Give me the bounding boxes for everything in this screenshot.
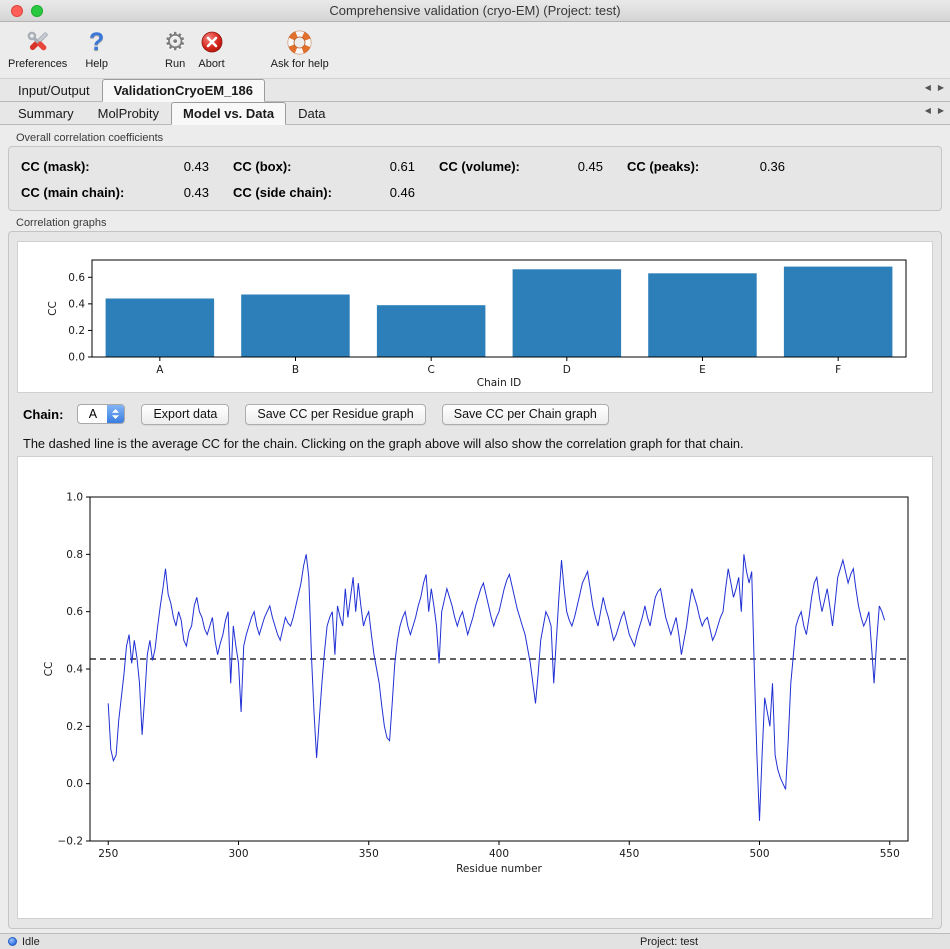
- cc-per-residue-chart: −0.2 0.0 0.2 0.4 0.6 0.8 1.0 250 300 350 400 450 500…: [17, 456, 933, 919]
- preferences-button[interactable]: Preferences: [8, 27, 67, 70]
- svg-text:0.6: 0.6: [66, 606, 83, 618]
- toolbar: Preferences ? Help ⚙ Run: [0, 22, 950, 79]
- svg-text:350: 350: [359, 848, 379, 860]
- tab-scroll-right-icon[interactable]: ▶: [938, 106, 944, 115]
- svg-text:CC: CC: [43, 662, 55, 677]
- correlation-graphs-section: Correlation graphs 0.0 0.2 0.4 0.6 A B C D E F Cha…: [8, 215, 942, 929]
- svg-text:450: 450: [619, 848, 639, 860]
- svg-text:C: C: [427, 364, 434, 376]
- status-text: Idle: [22, 936, 40, 948]
- cc-mask-value: 0.43: [163, 159, 209, 174]
- svg-text:500: 500: [749, 848, 769, 860]
- help-button[interactable]: ? Help: [85, 27, 108, 70]
- svg-text:0.0: 0.0: [66, 778, 83, 790]
- tab-data[interactable]: Data: [286, 102, 337, 124]
- svg-text:1.0: 1.0: [66, 492, 83, 504]
- svg-text:F: F: [835, 364, 841, 376]
- lifebuoy-icon: [287, 27, 312, 57]
- zoom-button[interactable]: [31, 5, 43, 17]
- window-title: Comprehensive validation (cryo-EM) (Proj…: [329, 3, 620, 18]
- tab-scroll-left-icon[interactable]: ◀: [925, 106, 931, 115]
- svg-text:Residue number: Residue number: [456, 863, 542, 875]
- chevron-updown-icon: [107, 405, 124, 423]
- cc-box-label: CC (box):: [233, 159, 341, 174]
- cc-main-chain-value: 0.43: [163, 185, 209, 200]
- save-cc-per-chain-button[interactable]: Save CC per Chain graph: [442, 404, 609, 425]
- cc-mask-label: CC (mask):: [21, 159, 139, 174]
- chain-controls: Chain: A Export data Save CC per Residue…: [23, 403, 933, 425]
- svg-text:CC: CC: [47, 301, 59, 316]
- svg-text:A: A: [156, 364, 164, 376]
- toolbar-label: Help: [85, 58, 108, 70]
- tab-scroll-left-icon[interactable]: ◀: [925, 83, 931, 92]
- svg-text:400: 400: [489, 848, 509, 860]
- cc-values-grid: CC (mask): 0.43 CC (box): 0.61 CC (volum…: [21, 159, 929, 200]
- titlebar: Comprehensive validation (cryo-EM) (Proj…: [0, 0, 950, 22]
- toolbar-label: Ask for help: [271, 58, 329, 70]
- section-title: Correlation graphs: [16, 217, 942, 229]
- ask-for-help-button[interactable]: Ask for help: [271, 27, 329, 70]
- toolbar-label: Run: [165, 58, 185, 70]
- toolbar-label: Preferences: [8, 58, 67, 70]
- tab-validationcryoem-186[interactable]: ValidationCryoEM_186: [102, 79, 265, 102]
- cc-side-chain-value: 0.46: [365, 185, 415, 200]
- svg-text:B: B: [292, 364, 299, 376]
- svg-text:300: 300: [228, 848, 248, 860]
- tab-model-vs-data[interactable]: Model vs. Data: [171, 102, 286, 125]
- tab-scroll-right-icon[interactable]: ▶: [938, 83, 944, 92]
- chain-select[interactable]: A: [77, 404, 125, 424]
- main-content: Overall correlation coefficients CC (mas…: [0, 125, 950, 933]
- tab-summary[interactable]: Summary: [6, 102, 86, 124]
- chain-select-value: A: [78, 405, 107, 423]
- save-cc-per-residue-button[interactable]: Save CC per Residue graph: [245, 404, 425, 425]
- tab-input-output[interactable]: Input/Output: [6, 79, 102, 101]
- cc-per-chain-chart[interactable]: 0.0 0.2 0.4 0.6 A B C D E F Chain ID CC: [17, 241, 933, 393]
- top-tab-bar: Input/Output ValidationCryoEM_186 ◀ ▶: [0, 79, 950, 102]
- cc-peaks-value: 0.36: [735, 159, 785, 174]
- svg-text:550: 550: [880, 848, 900, 860]
- cc-box-value: 0.61: [365, 159, 415, 174]
- status-bar: Idle Project: test: [0, 933, 950, 949]
- sub-tab-bar: Summary MolProbity Model vs. Data Data ◀…: [0, 102, 950, 125]
- cc-volume-label: CC (volume):: [439, 159, 533, 174]
- dashed-line-note: The dashed line is the average CC for th…: [23, 436, 933, 452]
- svg-text:−0.2: −0.2: [58, 836, 84, 848]
- status-indicator-icon: [8, 937, 17, 946]
- export-data-button[interactable]: Export data: [141, 404, 229, 425]
- svg-text:0.2: 0.2: [66, 721, 83, 733]
- question-mark-icon: ?: [89, 27, 104, 57]
- tab-molprobity[interactable]: MolProbity: [86, 102, 171, 124]
- svg-text:0.0: 0.0: [68, 352, 85, 364]
- cc-peaks-label: CC (peaks):: [627, 159, 711, 174]
- chain-label: Chain:: [23, 407, 63, 422]
- overall-cc-section: Overall correlation coefficients CC (mas…: [8, 130, 942, 211]
- app-window: Comprehensive validation (cryo-EM) (Proj…: [0, 0, 950, 949]
- section-title: Overall correlation coefficients: [16, 132, 942, 144]
- abort-x-icon: [201, 27, 223, 57]
- svg-text:Chain ID: Chain ID: [477, 377, 522, 389]
- svg-text:E: E: [699, 364, 706, 376]
- close-button[interactable]: [11, 5, 23, 17]
- run-button[interactable]: ⚙ Run: [164, 27, 186, 70]
- svg-text:D: D: [563, 364, 571, 376]
- cc-side-chain-label: CC (side chain):: [233, 185, 341, 200]
- svg-text:0.4: 0.4: [66, 664, 83, 676]
- svg-text:0.8: 0.8: [66, 549, 83, 561]
- abort-button[interactable]: Abort: [198, 27, 224, 70]
- cc-main-chain-label: CC (main chain):: [21, 185, 139, 200]
- svg-text:0.2: 0.2: [68, 325, 85, 337]
- traffic-lights: [11, 5, 43, 17]
- cc-volume-value: 0.45: [557, 159, 603, 174]
- gear-icon: ⚙: [164, 27, 186, 57]
- tools-icon: [23, 27, 53, 57]
- svg-text:0.6: 0.6: [68, 272, 85, 284]
- project-label: Project: test: [640, 936, 698, 948]
- svg-text:250: 250: [98, 848, 118, 860]
- svg-text:0.4: 0.4: [68, 298, 85, 310]
- toolbar-label: Abort: [198, 58, 224, 70]
